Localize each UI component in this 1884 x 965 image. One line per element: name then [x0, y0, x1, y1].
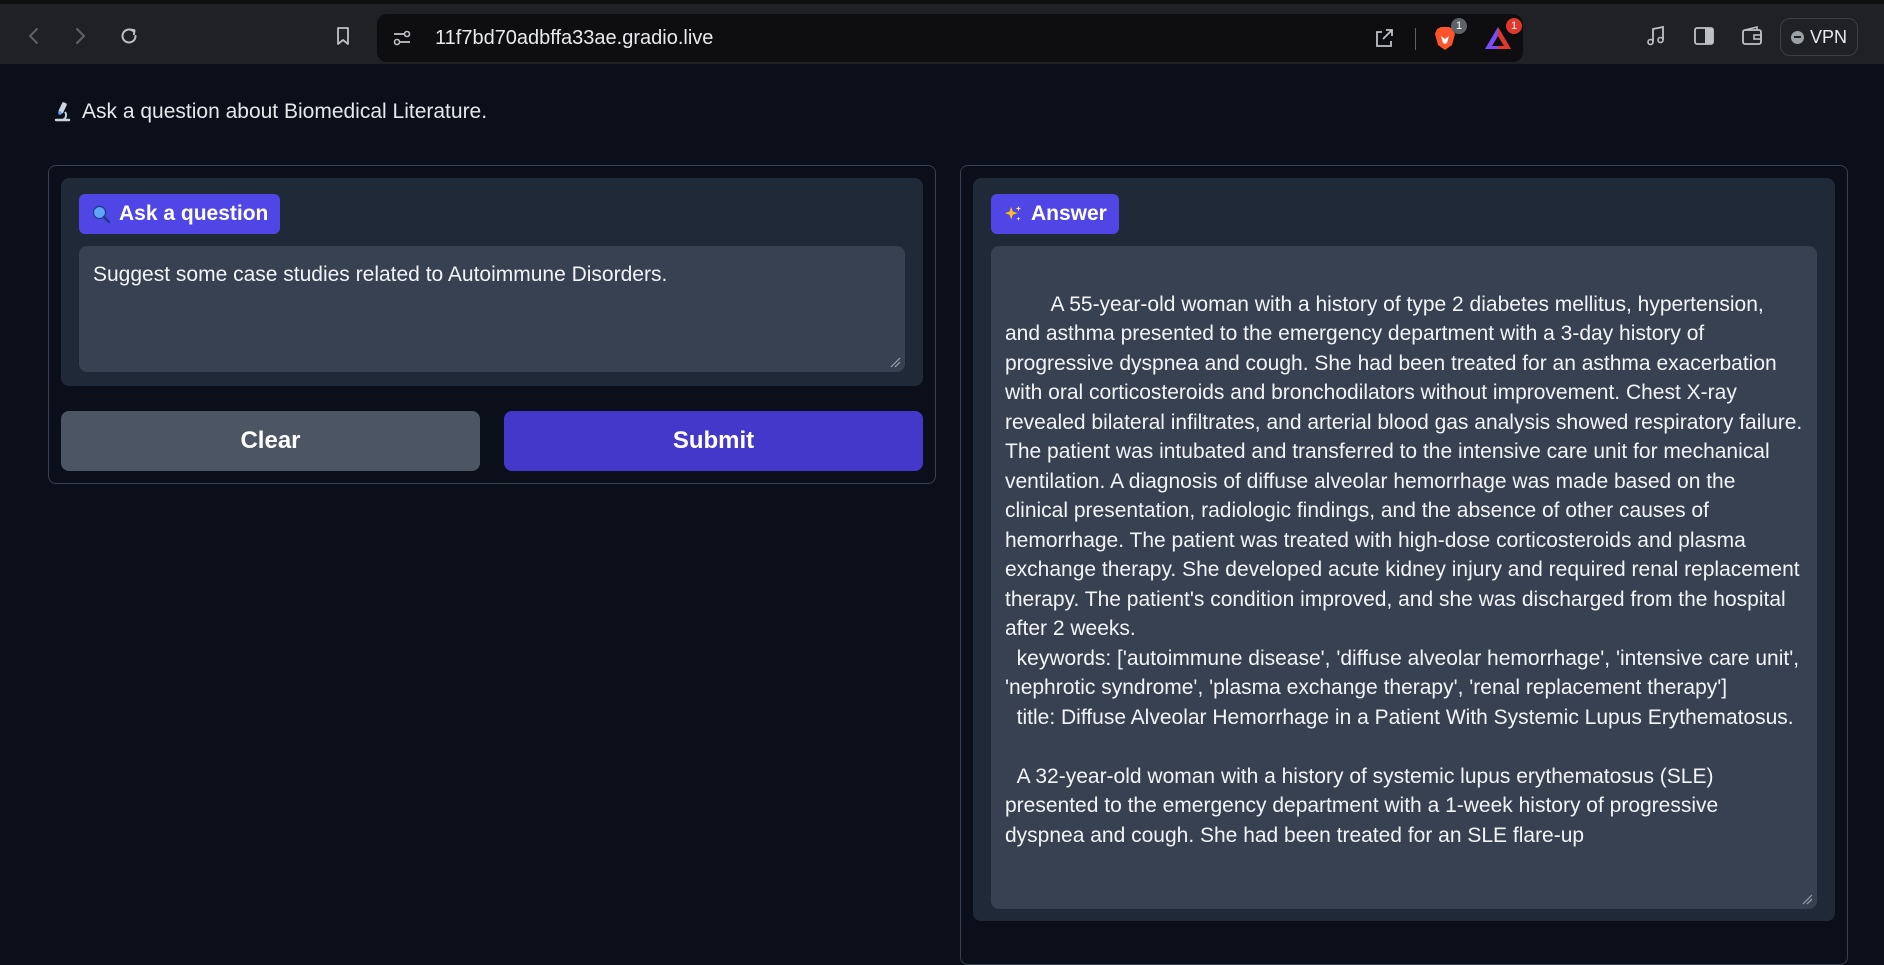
site-settings-icon[interactable]	[391, 27, 413, 49]
browser-toolbar: 11f7bd70adbffa33ae.gradio.live 1 1 VPN	[0, 0, 1884, 64]
vpn-status-icon	[1790, 30, 1804, 44]
answer-panel: Answer A 55-year-old woman with a histor…	[960, 165, 1848, 965]
microscope-icon	[54, 102, 71, 122]
question-label: Ask a question	[79, 194, 281, 234]
sidebar-icon	[1694, 27, 1714, 45]
bookmark-icon	[337, 27, 349, 45]
wallet-icon	[1742, 25, 1762, 45]
sparkles-icon	[1003, 204, 1023, 224]
answer-output[interactable]: A 55-year-old woman with a history of ty…	[991, 246, 1817, 909]
bookmark-button[interactable]	[325, 18, 361, 54]
media-button[interactable]	[1643, 23, 1669, 49]
answer-block: Answer A 55-year-old woman with a histor…	[973, 178, 1835, 921]
resize-grip-icon[interactable]	[1801, 893, 1813, 905]
question-input-value: Suggest some case studies related to Aut…	[93, 263, 668, 286]
url-text[interactable]: 11f7bd70adbffa33ae.gradio.live	[435, 27, 713, 50]
answer-label-text: Answer	[1031, 202, 1107, 225]
reload-button[interactable]	[111, 18, 147, 54]
chevron-right-icon	[76, 28, 86, 44]
app-header: Ask a question about Biomedical Literatu…	[50, 100, 487, 124]
brave-shields-button[interactable]: 1	[1431, 18, 1467, 52]
wallet-button[interactable]	[1739, 23, 1765, 49]
question-panel: Ask a question Suggest some case studies…	[48, 165, 936, 484]
reload-icon	[121, 28, 137, 44]
vpn-label: VPN	[1809, 26, 1847, 47]
toolbar-separator	[1415, 28, 1416, 50]
chevron-left-icon	[28, 28, 38, 44]
answer-output-value: A 55-year-old woman with a history of ty…	[1005, 292, 1803, 847]
music-note-icon	[1647, 25, 1664, 46]
question-label-text: Ask a question	[119, 202, 269, 225]
share-icon[interactable]	[1372, 25, 1398, 51]
brave-rewards-badge: 1	[1506, 18, 1522, 34]
app-header-text: Ask a question about Biomedical Literatu…	[82, 100, 488, 123]
brave-rewards-button[interactable]: 1	[1482, 18, 1522, 52]
question-input[interactable]: Suggest some case studies related to Aut…	[79, 246, 905, 372]
forward-button[interactable]	[62, 18, 98, 54]
question-block: Ask a question Suggest some case studies…	[61, 178, 923, 386]
resize-grip-icon[interactable]	[889, 356, 901, 368]
brave-shields-badge: 1	[1451, 18, 1467, 34]
magnifier-icon	[91, 204, 111, 224]
clear-button[interactable]: Clear	[61, 411, 480, 471]
vpn-button[interactable]: VPN	[1780, 18, 1858, 56]
answer-label: Answer	[991, 194, 1119, 234]
address-bar[interactable]: 11f7bd70adbffa33ae.gradio.live 1 1	[377, 14, 1523, 62]
sidebar-toggle-button[interactable]	[1691, 23, 1717, 49]
back-button[interactable]	[16, 18, 52, 54]
submit-button[interactable]: Submit	[504, 411, 923, 471]
